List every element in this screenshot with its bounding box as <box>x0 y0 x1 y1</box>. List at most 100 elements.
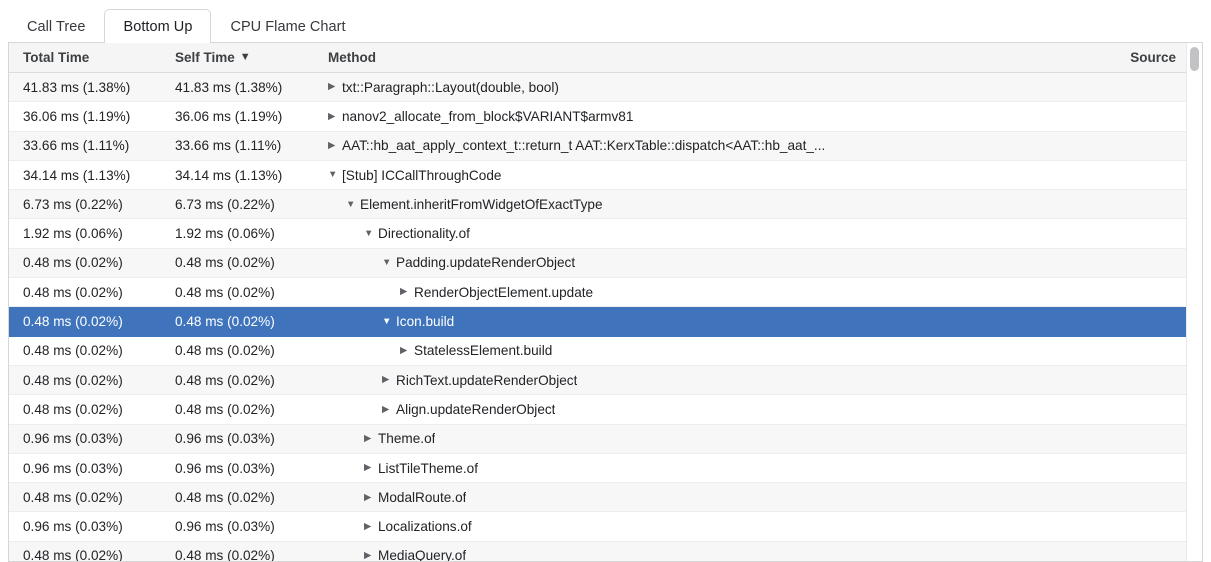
method-name: Icon.build <box>396 314 455 330</box>
cell-total-time: 0.96 ms (0.03%) <box>23 519 123 535</box>
column-header-self-time-label: Self Time <box>175 50 235 65</box>
method-name: nanov2_allocate_from_block$VARIANT$armv8… <box>342 108 634 124</box>
cell-self-time: 33.66 ms (1.11%) <box>175 138 282 154</box>
table-row[interactable]: 36.06 ms (1.19%) 36.06 ms (1.19%) ▶ nanov2_… <box>9 102 1202 132</box>
triangle-right-icon[interactable]: ▶ <box>328 82 342 92</box>
triangle-right-icon[interactable]: ▶ <box>364 434 378 444</box>
triangle-right-icon[interactable]: ▶ <box>400 287 414 297</box>
cell-total-time: 41.83 ms (1.38%) <box>23 79 131 95</box>
method-name: txt::Paragraph::Layout(double, bool) <box>342 79 559 95</box>
table-row[interactable]: 41.83 ms (1.38%) 41.83 ms (1.38%) ▶ txt::Pa… <box>9 73 1202 103</box>
cell-self-time: 0.48 ms (0.02%) <box>175 489 275 505</box>
tab-bottom-up[interactable]: Bottom Up <box>104 9 212 43</box>
table-row[interactable]: 0.96 ms (0.03%) 0.96 ms (0.03%) ▶ Localizat… <box>9 512 1202 542</box>
method-name: StatelessElement.build <box>414 343 553 359</box>
method-name: RenderObjectElement.update <box>414 284 594 300</box>
column-header-method-label: Method <box>328 50 376 65</box>
cell-self-time: 0.48 ms (0.02%) <box>175 284 275 300</box>
table-row[interactable]: 0.48 ms (0.02%) 0.48 ms (0.02%) ▼ Padding.u… <box>9 248 1202 279</box>
method-name: MediaQuery.of <box>378 548 467 562</box>
table-row[interactable]: 0.48 ms (0.02%) 0.48 ms (0.02%) ▶ MediaQuer… <box>9 541 1202 562</box>
cell-total-time: 6.73 ms (0.22%) <box>23 196 123 212</box>
cell-self-time: 0.96 ms (0.03%) <box>175 519 275 535</box>
triangle-down-icon[interactable]: ▼ <box>364 229 378 239</box>
table-row[interactable]: 0.48 ms (0.02%) 0.48 ms (0.02%) ▶ RichText.… <box>9 365 1202 396</box>
cell-method: ▶ RichText.updateRenderObject <box>328 373 1202 388</box>
method-name: RichText.updateRenderObject <box>396 372 578 388</box>
cell-self-time: 41.83 ms (1.38%) <box>175 79 283 95</box>
table-row[interactable]: 34.14 ms (1.13%) 34.14 ms (1.13%) ▼ [Stub] … <box>9 160 1202 191</box>
table-row[interactable]: 0.96 ms (0.03%) 0.96 ms (0.03%) ▶ Theme.of <box>9 424 1202 454</box>
table-row[interactable]: 0.48 ms (0.02%) 0.48 ms (0.02%) ▶ Align.upd… <box>9 395 1202 425</box>
cell-total-time: 0.48 ms (0.02%) <box>23 401 123 417</box>
cell-method: ▶ Theme.of <box>328 431 1202 446</box>
triangle-right-icon[interactable]: ▶ <box>382 375 396 385</box>
triangle-right-icon[interactable]: ▶ <box>364 493 378 503</box>
cell-total-time: 0.96 ms (0.03%) <box>23 460 123 476</box>
table-header-row: Total Time Self Time ▼ Method Source <box>9 43 1202 73</box>
cell-method: ▶ nanov2_allocate_from_block$VARIANT$armv… <box>328 109 1202 124</box>
cell-method: ▶ Localizations.of <box>328 519 1202 534</box>
table-row[interactable]: 1.92 ms (0.06%) 1.92 ms (0.06%) ▼ Direction… <box>9 219 1202 249</box>
column-header-method[interactable]: Method <box>328 50 1020 65</box>
cell-self-time: 0.96 ms (0.03%) <box>175 460 275 476</box>
cell-total-time: 0.48 ms (0.02%) <box>23 255 123 271</box>
table-row[interactable]: 0.48 ms (0.02%) 0.48 ms (0.02%) ▶ RenderObj… <box>9 278 1202 308</box>
method-name: Directionality.of <box>378 226 470 242</box>
cell-self-time: 0.96 ms (0.03%) <box>175 431 275 447</box>
triangle-right-icon[interactable]: ▶ <box>382 405 396 415</box>
cell-total-time: 0.48 ms (0.02%) <box>23 548 123 562</box>
table-row[interactable]: 0.48 ms (0.02%) 0.48 ms (0.02%) ▶ ModalRout… <box>9 483 1202 513</box>
cell-self-time: 1.92 ms (0.06%) <box>175 226 275 242</box>
sort-descending-icon: ▼ <box>239 51 251 63</box>
cell-method: ▼ Element.inheritFromWidgetOfExactType <box>328 197 1202 212</box>
cell-self-time: 6.73 ms (0.22%) <box>175 196 275 212</box>
table-row[interactable]: 0.48 ms (0.02%) 0.48 ms (0.02%) ▶ Stateless… <box>9 336 1202 366</box>
method-name: AAT::hb_aat_apply_context_t::return_t AA… <box>342 138 826 154</box>
method-name: [Stub] ICCallThroughCode <box>342 167 502 183</box>
tab-cpu-flame-chart[interactable]: CPU Flame Chart <box>211 9 364 43</box>
triangle-down-icon[interactable]: ▼ <box>328 170 342 180</box>
cell-self-time: 0.48 ms (0.02%) <box>175 343 275 359</box>
tab-call-tree[interactable]: Call Tree <box>8 9 104 43</box>
column-header-source[interactable]: Source <box>1020 50 1202 65</box>
triangle-right-icon[interactable]: ▶ <box>364 551 378 561</box>
tab-bar: Call Tree Bottom Up CPU Flame Chart <box>0 0 1211 43</box>
cell-method: ▼ Icon.build <box>328 314 1202 329</box>
triangle-right-icon[interactable]: ▶ <box>400 346 414 356</box>
triangle-right-icon[interactable]: ▶ <box>328 112 342 122</box>
cell-method: ▶ StatelessElement.build <box>328 343 1202 358</box>
cell-method: ▼ [Stub] ICCallThroughCode <box>328 168 1202 183</box>
cell-method: ▶ RenderObjectElement.update <box>328 285 1202 300</box>
cell-total-time: 0.96 ms (0.03%) <box>23 431 123 447</box>
triangle-down-icon[interactable]: ▼ <box>346 200 360 210</box>
method-name: Theme.of <box>378 431 436 447</box>
table-row[interactable]: 0.96 ms (0.03%) 0.96 ms (0.03%) ▶ ListTileT… <box>9 453 1202 484</box>
cell-self-time: 0.48 ms (0.02%) <box>175 548 275 562</box>
vertical-scrollbar-thumb[interactable] <box>1190 47 1199 71</box>
cell-self-time: 0.48 ms (0.02%) <box>175 401 275 417</box>
cell-total-time: 0.48 ms (0.02%) <box>23 372 123 388</box>
table-row[interactable]: 0.48 ms (0.02%) 0.48 ms (0.02%) ▼ Icon.buil… <box>9 307 1202 337</box>
cell-method: ▶ ModalRoute.of <box>328 490 1202 505</box>
method-name: Align.updateRenderObject <box>396 401 556 417</box>
column-header-self-time[interactable]: Self Time ▼ <box>175 50 328 65</box>
method-name: Localizations.of <box>378 519 472 535</box>
cell-self-time: 34.14 ms (1.13%) <box>175 167 283 183</box>
triangle-down-icon[interactable]: ▼ <box>382 317 396 327</box>
column-header-total-time[interactable]: Total Time <box>9 50 175 65</box>
table-row[interactable]: 6.73 ms (0.22%) 6.73 ms (0.22%) ▼ Element.i… <box>9 190 1202 220</box>
cell-total-time: 0.48 ms (0.02%) <box>23 314 123 330</box>
vertical-scrollbar[interactable] <box>1186 43 1202 561</box>
triangle-right-icon[interactable]: ▶ <box>328 141 342 151</box>
table-row[interactable]: 33.66 ms (1.11%) 33.66 ms (1.11%) ▶ AAT::hb… <box>9 131 1202 161</box>
column-header-source-label: Source <box>1130 50 1176 65</box>
triangle-down-icon[interactable]: ▼ <box>382 258 396 268</box>
method-name: ListTileTheme.of <box>378 460 478 476</box>
cell-self-time: 0.48 ms (0.02%) <box>175 255 275 271</box>
cell-total-time: 34.14 ms (1.13%) <box>23 167 131 183</box>
cell-total-time: 36.06 ms (1.19%) <box>23 108 131 124</box>
triangle-right-icon[interactable]: ▶ <box>364 463 378 473</box>
cell-total-time: 0.48 ms (0.02%) <box>23 343 123 359</box>
triangle-right-icon[interactable]: ▶ <box>364 522 378 532</box>
